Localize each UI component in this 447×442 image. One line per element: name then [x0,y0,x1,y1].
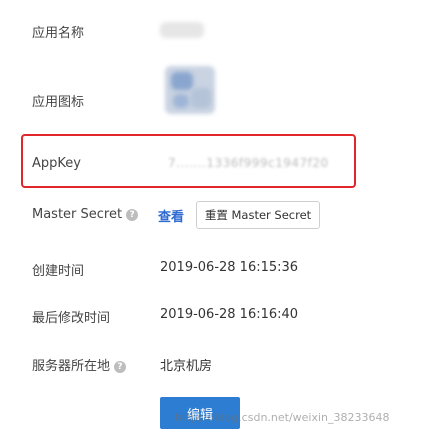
reset-master-secret-button[interactable]: 重置 Master Secret [196,201,320,229]
help-icon[interactable]: ? [126,209,139,221]
master-secret-label: Master Secret? [32,207,139,222]
modified-time-value: 2019-06-28 16:16:40 [160,307,299,322]
watermark: https://blog.csdn.net/weixin_38233648 [175,411,390,424]
app-name-value-redacted [160,22,204,38]
appkey-label: AppKey [32,156,81,171]
appkey-value: 7.......1336f999c1947f20 [168,156,329,170]
server-region-value: 北京机房 [160,359,213,374]
app-name-label: 应用名称 [32,26,85,41]
master-secret-label-text: Master Secret [32,207,123,222]
app-icon-label: 应用图标 [32,95,85,110]
help-icon[interactable]: ? [114,361,127,373]
server-region-label: 服务器所在地? [32,355,127,374]
view-master-secret-link[interactable]: 查看 [158,206,184,225]
created-time-label: 创建时间 [32,264,85,279]
created-time-value: 2019-06-28 16:15:36 [160,260,299,275]
app-icon-image-redacted [165,66,215,114]
modified-time-label: 最后修改时间 [32,311,111,326]
server-region-label-text: 服务器所在地 [32,359,111,374]
